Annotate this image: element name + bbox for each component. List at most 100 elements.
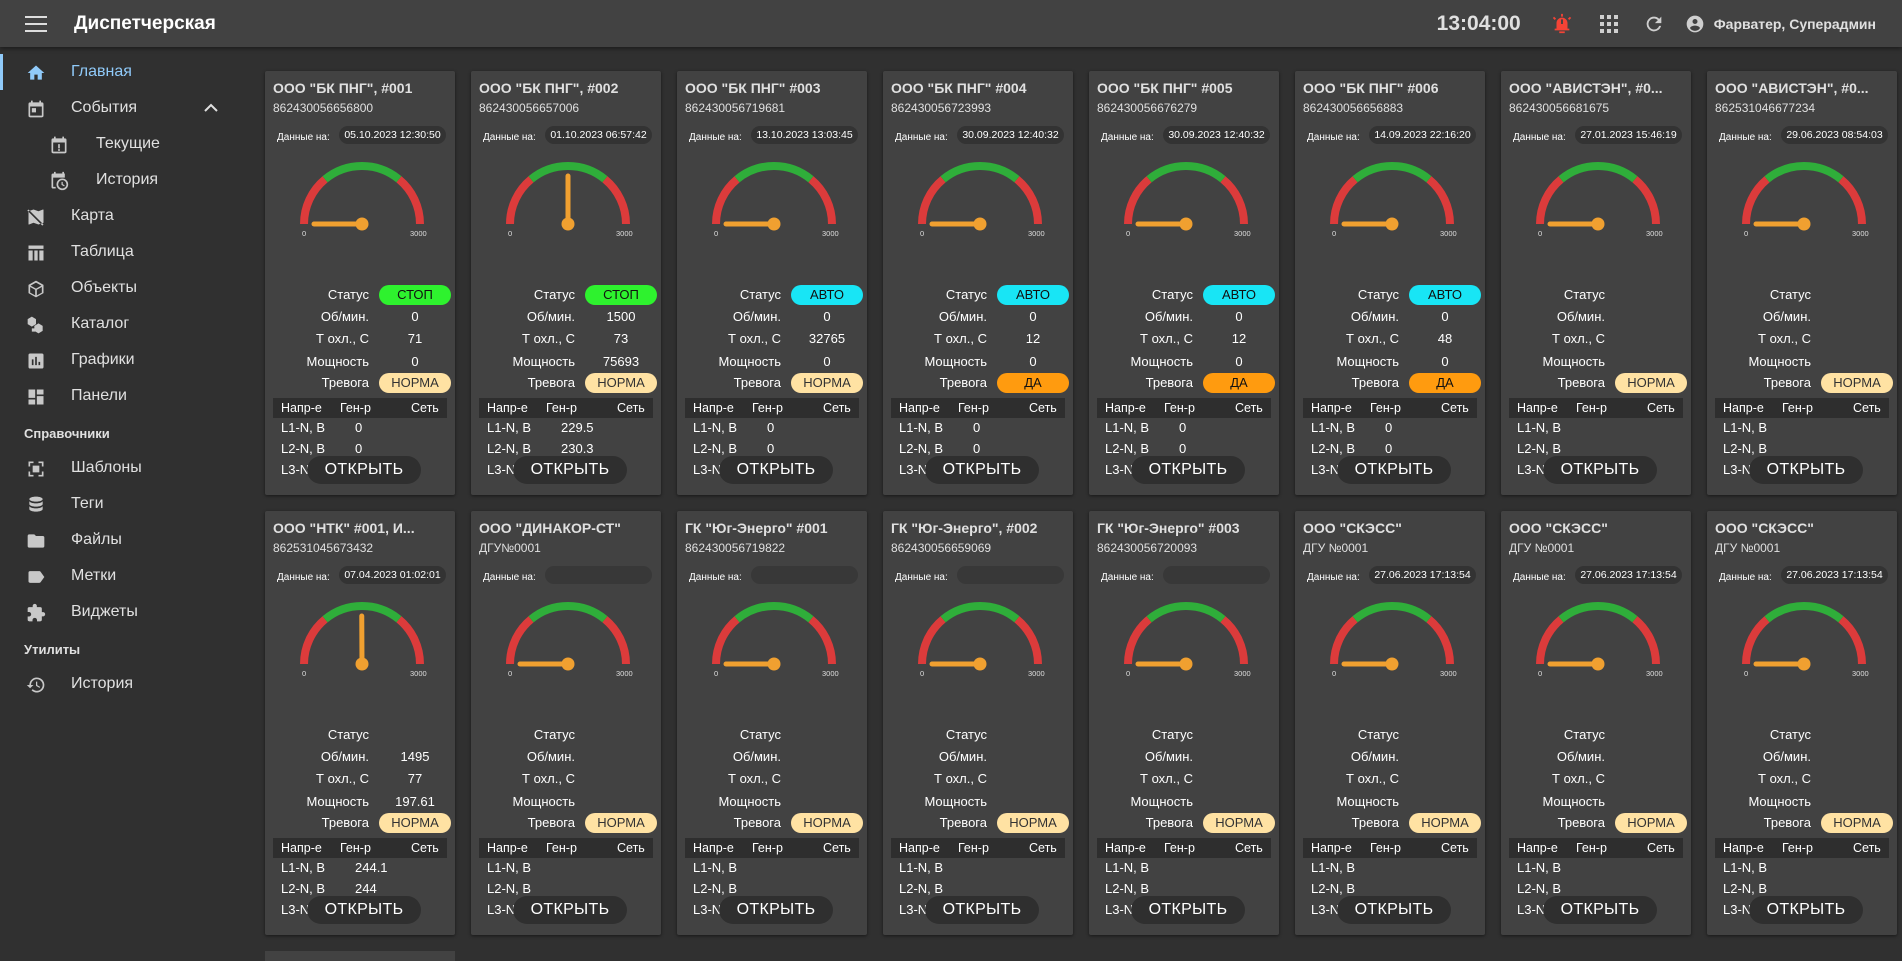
- alarm-badge: НОРМА: [379, 813, 451, 833]
- gauge-hub: [1180, 658, 1193, 671]
- menu-icon[interactable]: [25, 16, 47, 32]
- gauge-arc-red-low: [1540, 619, 1561, 664]
- l2-label: L2-N, В: [1105, 881, 1149, 896]
- apps-grid-icon[interactable]: [1599, 14, 1619, 34]
- generator-card: ООО "АВИСТЭН", #0... 862430056681675 Дан…: [1501, 71, 1691, 495]
- l1-label: L1-N, В: [1105, 860, 1149, 875]
- power-label: Мощность: [1295, 354, 1399, 369]
- l2-label: L2-N, В: [899, 881, 943, 896]
- refresh-icon[interactable]: [1643, 13, 1665, 35]
- sidebar-item-label: Шаблоны: [71, 459, 142, 477]
- date-label: Данные на:: [1513, 572, 1566, 583]
- power-label: Мощность: [1089, 354, 1193, 369]
- gauge-arc-red-high: [605, 179, 626, 224]
- temp-label: Т охл., С: [883, 771, 987, 786]
- date-label: Данные на:: [1513, 132, 1566, 143]
- chevron-up-icon[interactable]: [204, 102, 218, 114]
- status-badge: [1615, 285, 1687, 305]
- generator-card: ООО "БК ПНГ" #004 862430056723993 Данные…: [883, 71, 1073, 495]
- date-label: Данные на:: [1719, 572, 1772, 583]
- open-button[interactable]: ОТКРЫТЬ: [925, 896, 1039, 924]
- status-badge: [791, 725, 863, 745]
- folder-icon: [26, 531, 46, 551]
- date-label: Данные на:: [277, 132, 330, 143]
- col-network: Сеть: [411, 401, 439, 415]
- sidebar-item-events-current[interactable]: Текущие: [0, 126, 250, 162]
- open-button[interactable]: ОТКРЫТЬ: [1337, 896, 1451, 924]
- sidebar-item-charts[interactable]: Графики: [0, 342, 250, 378]
- card-title: ООО "СКЭСС": [1303, 520, 1479, 536]
- account-icon[interactable]: [1685, 14, 1705, 34]
- sidebar-item-files[interactable]: Файлы: [0, 522, 250, 558]
- voltage-table-header: Напр-е Ген-р Сеть: [891, 838, 1065, 858]
- sidebar-item-labels[interactable]: Метки: [0, 558, 250, 594]
- rpm-gauge: 0 3000: [905, 151, 1055, 241]
- sidebar-item-table[interactable]: Таблица: [0, 234, 250, 270]
- alarm-icon[interactable]: [1551, 13, 1573, 35]
- col-voltage: Напр-е: [899, 401, 940, 415]
- col-generator: Ген-р: [1576, 401, 1607, 415]
- sidebar-item-templates[interactable]: Шаблоны: [0, 450, 250, 486]
- sidebar-item-events[interactable]: События: [0, 90, 250, 126]
- date-label: Данные на:: [1307, 572, 1360, 583]
- open-button[interactable]: ОТКРЫТЬ: [1543, 896, 1657, 924]
- gauge-min-label: 0: [1744, 229, 1748, 238]
- user-name[interactable]: Фарватер, Суперадмин: [1714, 16, 1876, 32]
- power-label: Мощность: [265, 794, 369, 809]
- col-network: Сеть: [1235, 841, 1263, 855]
- open-button[interactable]: ОТКРЫТЬ: [719, 896, 833, 924]
- gauge-min-label: 0: [1744, 669, 1748, 678]
- date-label: Данные на:: [689, 572, 742, 583]
- sidebar-item-map[interactable]: Карта: [0, 198, 250, 234]
- generator-card: ГК "Юг-Энерго", #002 862430056659069 Дан…: [883, 511, 1073, 935]
- open-button[interactable]: ОТКРЫТЬ: [1337, 456, 1451, 484]
- sidebar-item-home[interactable]: Главная: [0, 54, 250, 90]
- open-button[interactable]: ОТКРЫТЬ: [1131, 456, 1245, 484]
- gauge-arc-red-low: [304, 179, 325, 224]
- rpm-label: Об/мин.: [471, 309, 575, 324]
- open-button[interactable]: ОТКРЫТЬ: [1131, 896, 1245, 924]
- temp-label: Т охл., С: [1295, 331, 1399, 346]
- status-label: Статус: [677, 727, 781, 742]
- col-generator: Ген-р: [958, 841, 989, 855]
- generator-card: ООО "БК ПНГ" #005 862430056676279 Данные…: [1089, 71, 1279, 495]
- open-button[interactable]: ОТКРЫТЬ: [1749, 896, 1863, 924]
- gauge-min-label: 0: [920, 669, 924, 678]
- alarm-label: Тревога: [265, 375, 369, 390]
- voltage-table-header: Напр-е Ген-р Сеть: [1715, 398, 1889, 418]
- open-button[interactable]: ОТКРЫТЬ: [719, 456, 833, 484]
- status-badge: АВТО: [1409, 285, 1481, 305]
- database-icon: [26, 495, 46, 515]
- generator-cards-grid: ООО "БК ПНГ", #001 862430056656800 Данны…: [265, 71, 1897, 935]
- sidebar-item-panels[interactable]: Панели: [0, 378, 250, 414]
- l2-gen-value: 230.3: [561, 441, 594, 456]
- voltage-table-header: Напр-е Ген-р Сеть: [479, 398, 653, 418]
- sidebar-item-history[interactable]: История: [0, 666, 250, 702]
- open-button[interactable]: ОТКРЫТЬ: [307, 456, 421, 484]
- gauge-arc-red-high: [605, 619, 626, 664]
- open-button[interactable]: ОТКРЫТЬ: [1749, 456, 1863, 484]
- voltage-table-header: Напр-е Ген-р Сеть: [685, 398, 859, 418]
- rpm-label: Об/мин.: [883, 309, 987, 324]
- sidebar-item-objects[interactable]: Объекты: [0, 270, 250, 306]
- sidebar-item-catalog[interactable]: Каталог: [0, 306, 250, 342]
- l2-label: L2-N, В: [1723, 881, 1767, 896]
- l1-gen-value: 0: [973, 420, 980, 435]
- sidebar-item-widgets[interactable]: Виджеты: [0, 594, 250, 630]
- open-button[interactable]: ОТКРЫТЬ: [1543, 456, 1657, 484]
- sidebar-item-events-history[interactable]: История: [0, 162, 250, 198]
- alarm-label: Тревога: [883, 375, 987, 390]
- voltage-table-header: Напр-е Ген-р Сеть: [1715, 838, 1889, 858]
- rpm-gauge: 0 3000: [1729, 591, 1879, 681]
- sidebar-item-tags[interactable]: Теги: [0, 486, 250, 522]
- status-badge: [1615, 725, 1687, 745]
- gauge-hub: [1386, 658, 1399, 671]
- open-button[interactable]: ОТКРЫТЬ: [513, 896, 627, 924]
- l1-label: L1-N, В: [281, 420, 325, 435]
- open-button[interactable]: ОТКРЫТЬ: [925, 456, 1039, 484]
- date-value: 14.09.2023 22:16:20: [1369, 126, 1476, 144]
- date-label: Данные на:: [483, 132, 536, 143]
- col-generator: Ген-р: [1782, 401, 1813, 415]
- open-button[interactable]: ОТКРЫТЬ: [513, 456, 627, 484]
- open-button[interactable]: ОТКРЫТЬ: [307, 896, 421, 924]
